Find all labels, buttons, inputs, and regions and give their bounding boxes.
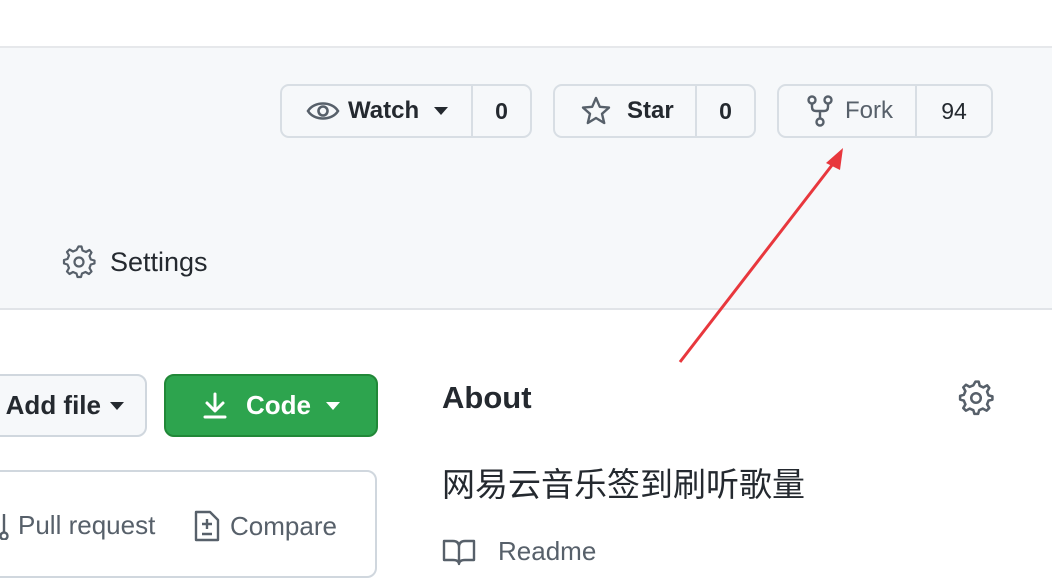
diff-icon [192, 510, 220, 542]
top-bar [0, 0, 1052, 48]
readme-label: Readme [498, 536, 597, 566]
compare-label: Compare [230, 510, 337, 541]
add-file-button[interactable]: Add file [0, 374, 147, 437]
pull-request-label: Pull request [18, 510, 156, 540]
star-count[interactable]: 0 [695, 86, 754, 136]
settings-label: Settings [110, 246, 208, 277]
watch-count[interactable]: 0 [471, 86, 530, 136]
star-icon [581, 96, 611, 126]
star-button[interactable]: Star [555, 86, 695, 136]
about-description: 网易云音乐签到刷听歌量 [442, 466, 805, 503]
fork-label: Fork [845, 97, 893, 124]
about-heading: About [442, 380, 532, 415]
pull-request-link[interactable]: Pull request [0, 510, 155, 541]
gear-icon [62, 245, 96, 279]
git-pull-request-icon [0, 512, 14, 540]
watch-label: Watch [348, 97, 420, 124]
watch-button[interactable]: Watch [282, 86, 471, 136]
tab-settings[interactable]: Settings [62, 240, 208, 284]
download-icon [202, 392, 228, 420]
code-button[interactable]: Code [164, 374, 378, 437]
code-label: Code [246, 390, 311, 420]
caret-down-icon [433, 106, 449, 116]
fork-count[interactable]: 94 [915, 86, 991, 136]
gear-icon[interactable] [958, 380, 994, 416]
watch-button-group: Watch 0 [280, 84, 532, 138]
fork-button-group: Fork 94 [777, 84, 993, 138]
compare-link[interactable]: Compare [192, 510, 337, 542]
repo-forked-icon [807, 95, 833, 127]
readme-link[interactable]: Readme [442, 536, 596, 567]
fork-button[interactable]: Fork [779, 86, 915, 136]
add-file-label: Add file [5, 390, 101, 420]
eye-icon [306, 98, 340, 124]
star-label: Star [627, 97, 674, 124]
star-button-group: Star 0 [553, 84, 756, 138]
caret-down-icon [325, 401, 341, 411]
book-icon [442, 538, 476, 566]
caret-down-icon [109, 401, 125, 411]
